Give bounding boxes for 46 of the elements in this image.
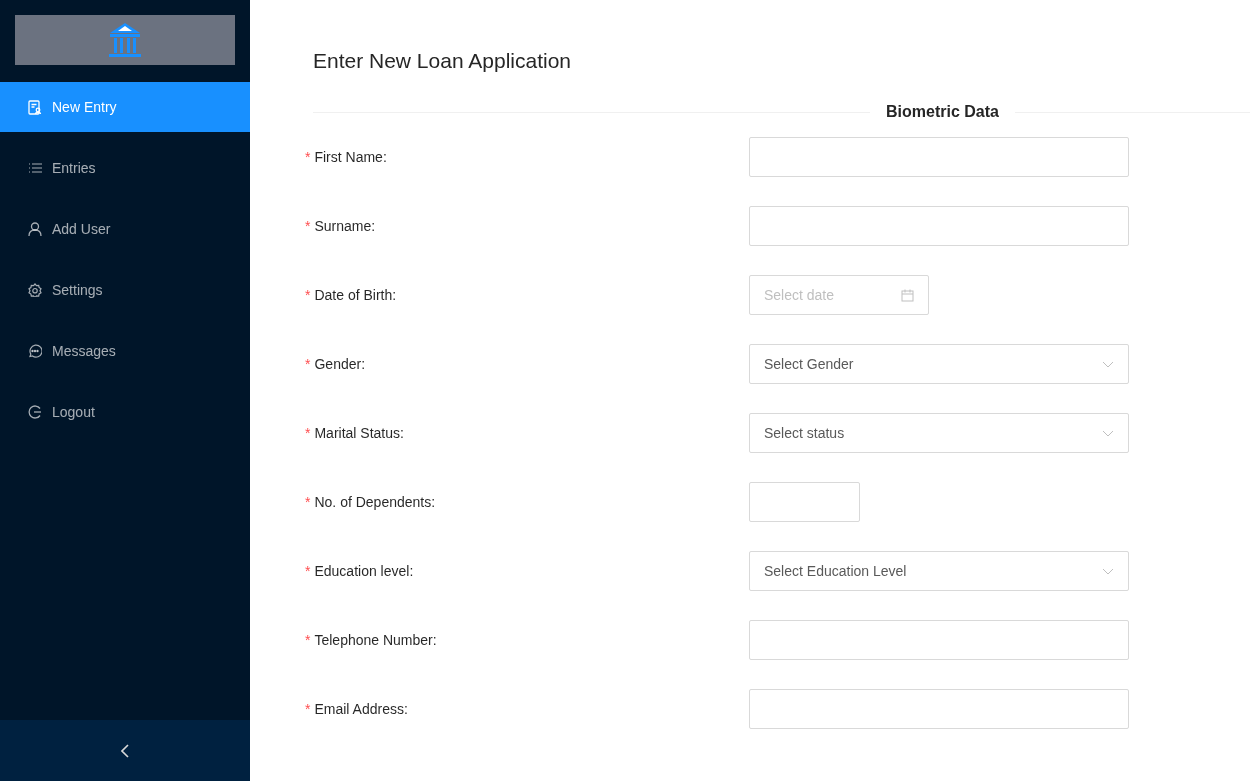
input-field[interactable] [749, 689, 1129, 729]
select-field[interactable]: Select Education Level [749, 551, 1129, 591]
chevron-left-icon [121, 743, 129, 758]
input-field[interactable] [749, 620, 1129, 660]
input-field[interactable] [749, 482, 860, 522]
required-mark: * [305, 492, 311, 512]
required-mark: * [305, 147, 311, 167]
chevron-down-icon [1102, 429, 1114, 437]
select-field[interactable]: Select Gender [749, 344, 1129, 384]
input-field[interactable] [749, 206, 1129, 246]
sidebar-item[interactable]: Logout [0, 387, 250, 437]
page-title: Enter New Loan Application [313, 48, 572, 74]
chevron-down-icon [1102, 360, 1114, 368]
required-mark: * [305, 354, 311, 374]
section-title: Biometric Data [885, 102, 1000, 122]
sidebar-item[interactable]: Settings [0, 265, 250, 315]
field-label: First Name: [314, 147, 387, 167]
calendar-icon [901, 288, 914, 302]
required-mark: * [305, 423, 311, 443]
required-mark: * [305, 285, 311, 305]
bank-building-icon [108, 22, 142, 58]
select-field[interactable]: Select status [749, 413, 1129, 453]
field-label: Telephone Number: [314, 630, 437, 650]
field-label: Education level: [314, 561, 414, 581]
form-icon [28, 99, 42, 115]
field-label: Marital Status: [314, 423, 404, 443]
collapse-button[interactable] [0, 720, 250, 781]
settings-icon [28, 283, 42, 297]
sidebar-item[interactable]: Entries [0, 143, 250, 193]
field-label: Email Address: [314, 699, 408, 719]
sidebar-item[interactable]: Add User [0, 204, 250, 254]
input-field[interactable] [749, 137, 1129, 177]
field-label: Gender: [314, 354, 366, 374]
required-mark: * [305, 561, 311, 581]
user-icon [28, 222, 42, 236]
chat-icon [28, 344, 42, 358]
field-label: Surname: [314, 216, 376, 236]
sidebar-item[interactable]: Messages [0, 326, 250, 376]
list-icon [28, 162, 42, 174]
required-mark: * [305, 216, 311, 236]
field-label: Date of Birth: [314, 285, 397, 305]
chevron-down-icon [1102, 567, 1114, 575]
logout-icon [28, 405, 42, 419]
required-mark: * [305, 699, 311, 719]
field-label: No. of Dependents: [314, 492, 436, 512]
required-mark: * [305, 630, 311, 650]
